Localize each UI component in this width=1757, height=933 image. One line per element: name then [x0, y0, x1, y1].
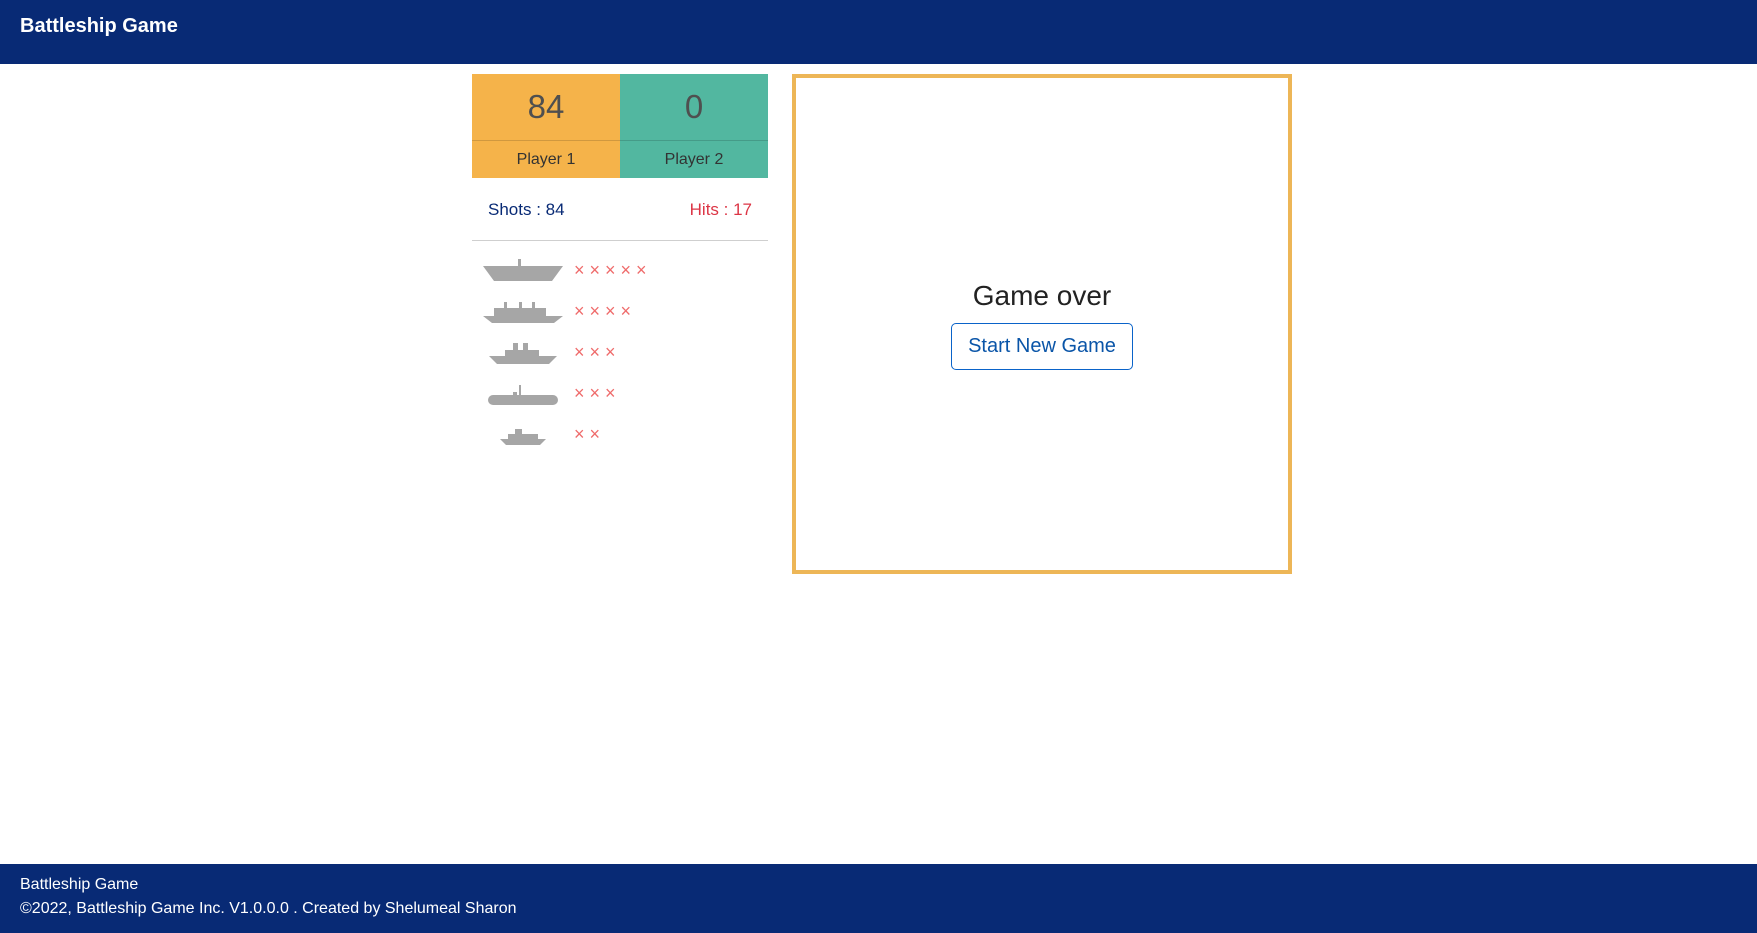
scoreboard: 84 Player 1 0 Player 2 — [472, 74, 768, 178]
player1-label: Player 1 — [516, 150, 576, 168]
stats-divider — [472, 240, 768, 241]
hit-marks: ×× — [574, 424, 606, 444]
game-board: Game over Start New Game — [792, 74, 1292, 574]
fleet-row-carrier: ×××× — [472, 296, 768, 330]
hit-marks: ×××× — [574, 301, 637, 321]
game-over-message: Game over — [972, 280, 1112, 311]
carrier-icon — [483, 302, 563, 323]
player2-score-card: 0 Player 2 — [620, 74, 768, 178]
shots-count: Shots : 84 — [488, 200, 565, 219]
player1-score: 84 — [527, 88, 565, 125]
footer: Battleship Game ©2022, Battleship Game I… — [0, 864, 1757, 933]
app-brand[interactable]: Battleship Game — [20, 15, 178, 38]
fleet-row-submarine: ××× — [472, 378, 768, 412]
top-navbar: Battleship Game — [0, 0, 1757, 64]
player1-score-card: 84 Player 1 — [472, 74, 620, 178]
hit-marks: ××× — [574, 383, 621, 403]
battleship-icon — [483, 259, 563, 281]
player2-score: 0 — [684, 88, 704, 125]
fleet-row-destroyer: ×× — [472, 419, 768, 453]
footer-title: Battleship Game — [20, 876, 139, 893]
start-new-game-button[interactable]: Start New Game — [951, 323, 1133, 370]
footer-copyright: ©2022, Battleship Game Inc. V1.0.0.0 . C… — [20, 900, 517, 917]
shot-stats: Shots : 84 Hits : 17 — [472, 198, 768, 226]
hit-marks: ××× — [574, 342, 621, 362]
submarine-icon — [488, 385, 558, 405]
hits-count: Hits : 17 — [689, 200, 752, 219]
cruiser-icon — [489, 343, 557, 364]
destroyer-icon — [500, 429, 546, 445]
player2-label: Player 2 — [664, 150, 724, 168]
hit-marks: ××××× — [574, 260, 652, 280]
fleet-row-cruiser: ××× — [472, 337, 768, 371]
fleet-row-battleship: ××××× — [472, 255, 768, 289]
